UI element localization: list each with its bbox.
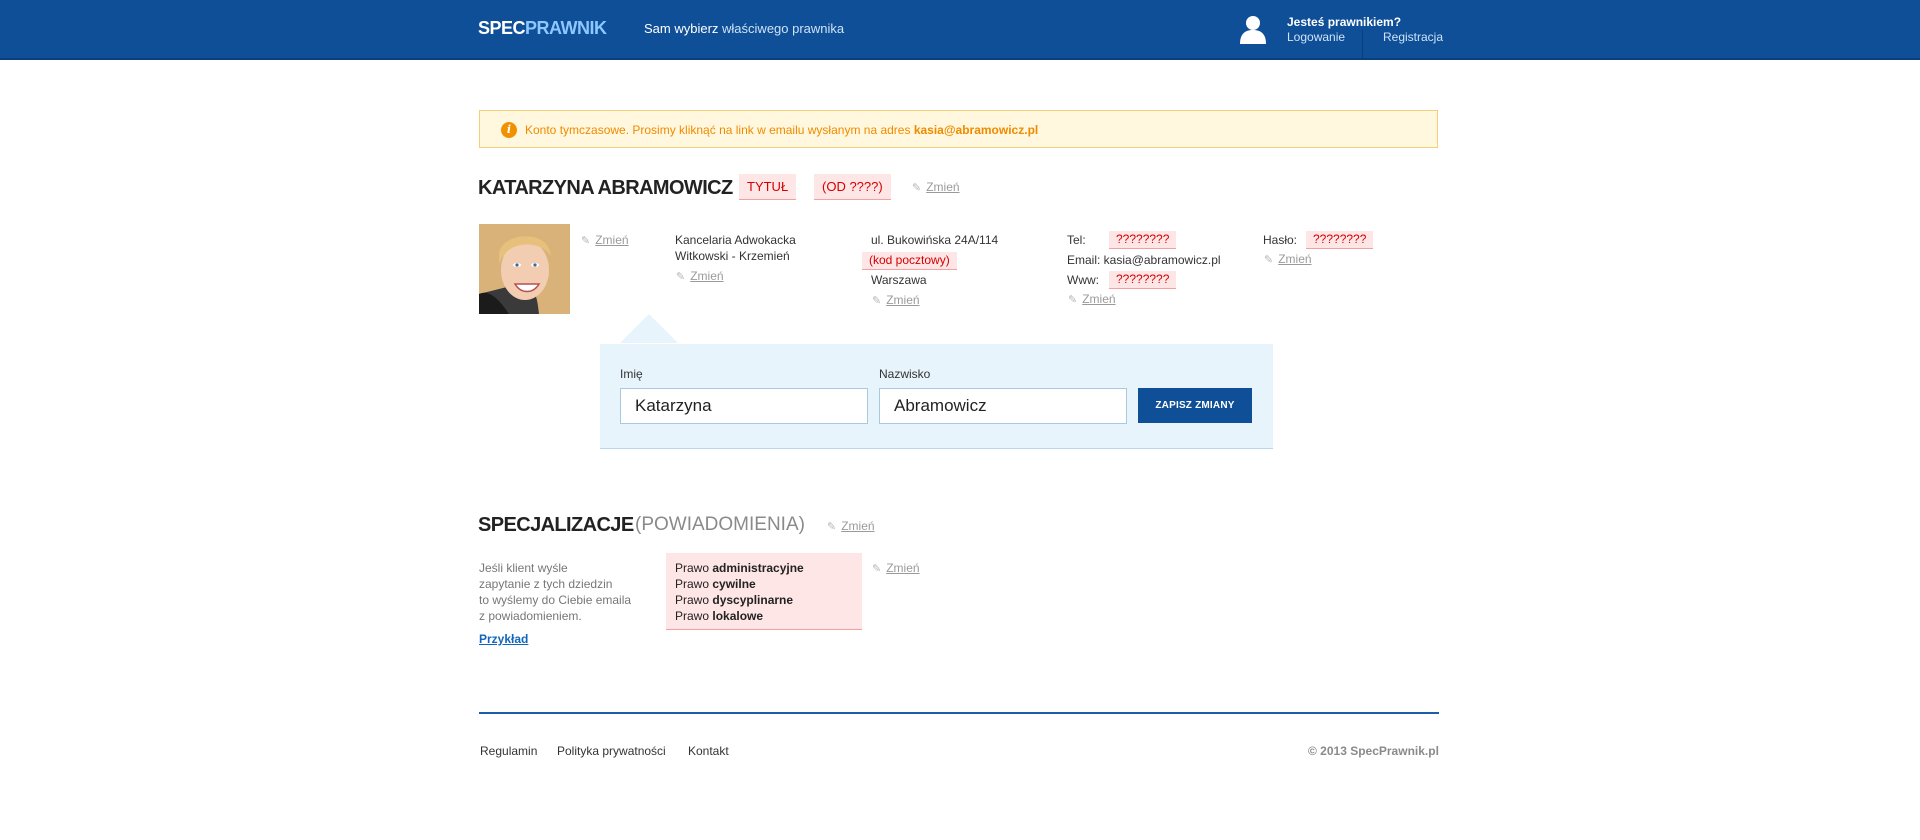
specialization-item: Prawo administracyjne <box>675 560 853 576</box>
edit-label: Zmień <box>690 269 724 283</box>
edit-label: Zmień <box>886 561 920 575</box>
logo-text-spec: SPEC <box>478 18 526 38</box>
user-icon <box>1240 16 1266 44</box>
profile-avatar <box>479 224 570 314</box>
lawyer-question: Jesteś prawnikiem? <box>1287 15 1402 29</box>
top-navigation-bar: SPECPRAWNIK Sam wybierz właściwego prawn… <box>0 0 1920 60</box>
last-name-input[interactable] <box>879 388 1127 424</box>
city: Warszawa <box>871 273 927 287</box>
pencil-icon: ✎ <box>827 521 837 533</box>
edit-name-link[interactable]: ✎ Zmień <box>912 180 960 194</box>
first-name-label: Imię <box>620 367 643 381</box>
email-line: Email: kasia@abramowicz.pl <box>1067 253 1221 267</box>
edit-label: Zmień <box>886 293 920 307</box>
specialization-item: Prawo dyscyplinarne <box>675 592 853 608</box>
pencil-icon: ✎ <box>872 295 882 307</box>
description-line: Jeśli klient wyśle <box>479 561 568 575</box>
specializations-description: Jeśli klient wyśle zapytanie z tych dzie… <box>479 560 649 624</box>
pencil-icon: ✎ <box>1264 254 1274 266</box>
tel-label: Tel: <box>1067 233 1086 247</box>
office-name: Kancelaria Adwokacka Witkowski - Krzemie… <box>675 232 796 264</box>
login-link[interactable]: Logowanie <box>1287 30 1345 44</box>
edit-address-link[interactable]: ✎ Zmień <box>872 293 920 307</box>
item-name: lokalowe <box>712 609 764 623</box>
specializations-list[interactable]: Prawo administracyjne Prawo cywilne Praw… <box>666 553 862 630</box>
example-link[interactable]: Przykład <box>479 632 528 646</box>
header-divider <box>1362 30 1363 58</box>
specialization-item: Prawo lokalowe <box>675 608 853 624</box>
site-logo[interactable]: SPECPRAWNIK <box>478 18 607 39</box>
edit-label: Zmień <box>841 519 875 533</box>
pencil-icon: ✎ <box>581 235 591 247</box>
description-line: to wyślemy do Ciebie emaila <box>479 593 632 607</box>
tagline-rest: właściwego prawnika <box>718 21 845 36</box>
copyright: © 2013 SpecPrawnik.pl <box>1308 744 1439 758</box>
alert-email: kasia@abramowicz.pl <box>913 123 1039 137</box>
item-name: dyscyplinarne <box>712 593 794 607</box>
edit-name-panel: Imię Nazwisko ZAPISZ ZMIANY <box>600 344 1273 449</box>
specialization-item: Prawo cywilne <box>675 576 853 592</box>
site-tagline: Sam wybierz właściwego prawnika <box>644 21 844 36</box>
edit-office-link[interactable]: ✎ Zmień <box>676 269 724 283</box>
alert-text: Konto tymczasowe. Prosimy kliknąć na lin… <box>525 123 914 137</box>
edit-contact-link[interactable]: ✎ Zmień <box>1068 292 1116 306</box>
logo-text-prawnik: PRAWNIK <box>525 18 607 38</box>
edit-specialization-items-link[interactable]: ✎ Zmień <box>872 561 920 575</box>
footer-divider <box>479 712 1439 714</box>
item-name: administracyjne <box>712 561 804 575</box>
pencil-icon: ✎ <box>676 271 686 283</box>
pencil-icon: ✎ <box>912 182 922 194</box>
edit-label: Zmień <box>926 180 960 194</box>
item-name: cywilne <box>712 577 756 591</box>
pencil-icon: ✎ <box>1068 294 1078 306</box>
description-line: zapytanie z tych dziedzin <box>479 577 613 591</box>
www-label: Www: <box>1067 273 1099 287</box>
profile-name: KATARZYNA ABRAMOWICZ <box>478 177 733 199</box>
www-value-tag[interactable]: ???????? <box>1109 271 1177 289</box>
title-tag[interactable]: TYTUŁ <box>739 174 797 200</box>
temporary-account-alert: i Konto tymczasowe. Prosimy kliknąć na l… <box>479 110 1438 148</box>
office-line-2: Witkowski - Krzemień <box>675 249 790 263</box>
first-name-input[interactable] <box>620 388 868 424</box>
edit-specializations-link[interactable]: ✎ Zmień <box>827 519 875 533</box>
register-link[interactable]: Registracja <box>1383 30 1443 44</box>
save-changes-button[interactable]: ZAPISZ ZMIANY <box>1138 388 1252 423</box>
alert-message: Konto tymczasowe. Prosimy kliknąć na lin… <box>525 123 1038 137</box>
avatar-photo <box>479 224 570 314</box>
specializations-subtitle: (POWIADOMIENIA) <box>635 514 805 535</box>
footer-link-terms[interactable]: Regulamin <box>480 744 537 758</box>
edit-label: Zmień <box>1278 252 1312 266</box>
panel-pointer <box>620 314 678 343</box>
item-prefix: Prawo <box>675 561 710 575</box>
last-name-label: Nazwisko <box>879 367 931 381</box>
office-line-1: Kancelaria Adwokacka <box>675 233 796 247</box>
since-tag[interactable]: (OD ????) <box>814 174 891 200</box>
footer-link-contact[interactable]: Kontakt <box>688 744 729 758</box>
password-label: Hasło: <box>1263 233 1298 247</box>
item-prefix: Prawo <box>675 609 710 623</box>
postal-code-tag[interactable]: (kod pocztowy) <box>862 252 957 270</box>
item-prefix: Prawo <box>675 577 710 591</box>
tel-value-tag[interactable]: ???????? <box>1109 231 1177 249</box>
edit-label: Zmień <box>1082 292 1116 306</box>
description-line: z powiadomieniem. <box>479 609 582 623</box>
tagline-bold: Sam wybierz <box>644 21 719 36</box>
edit-password-link[interactable]: ✎ Zmień <box>1264 252 1312 266</box>
edit-photo-link[interactable]: ✎ Zmień <box>581 233 629 247</box>
street-address: ul. Bukowińska 24A/114 <box>871 233 999 247</box>
footer-link-privacy[interactable]: Polityka prywatności <box>557 744 666 758</box>
password-value-tag[interactable]: ???????? <box>1306 231 1374 249</box>
item-prefix: Prawo <box>675 593 710 607</box>
info-icon: i <box>501 122 517 138</box>
edit-label: Zmień <box>595 233 629 247</box>
pencil-icon: ✎ <box>872 563 882 575</box>
specializations-title: SPECJALIZACJE <box>478 514 634 536</box>
